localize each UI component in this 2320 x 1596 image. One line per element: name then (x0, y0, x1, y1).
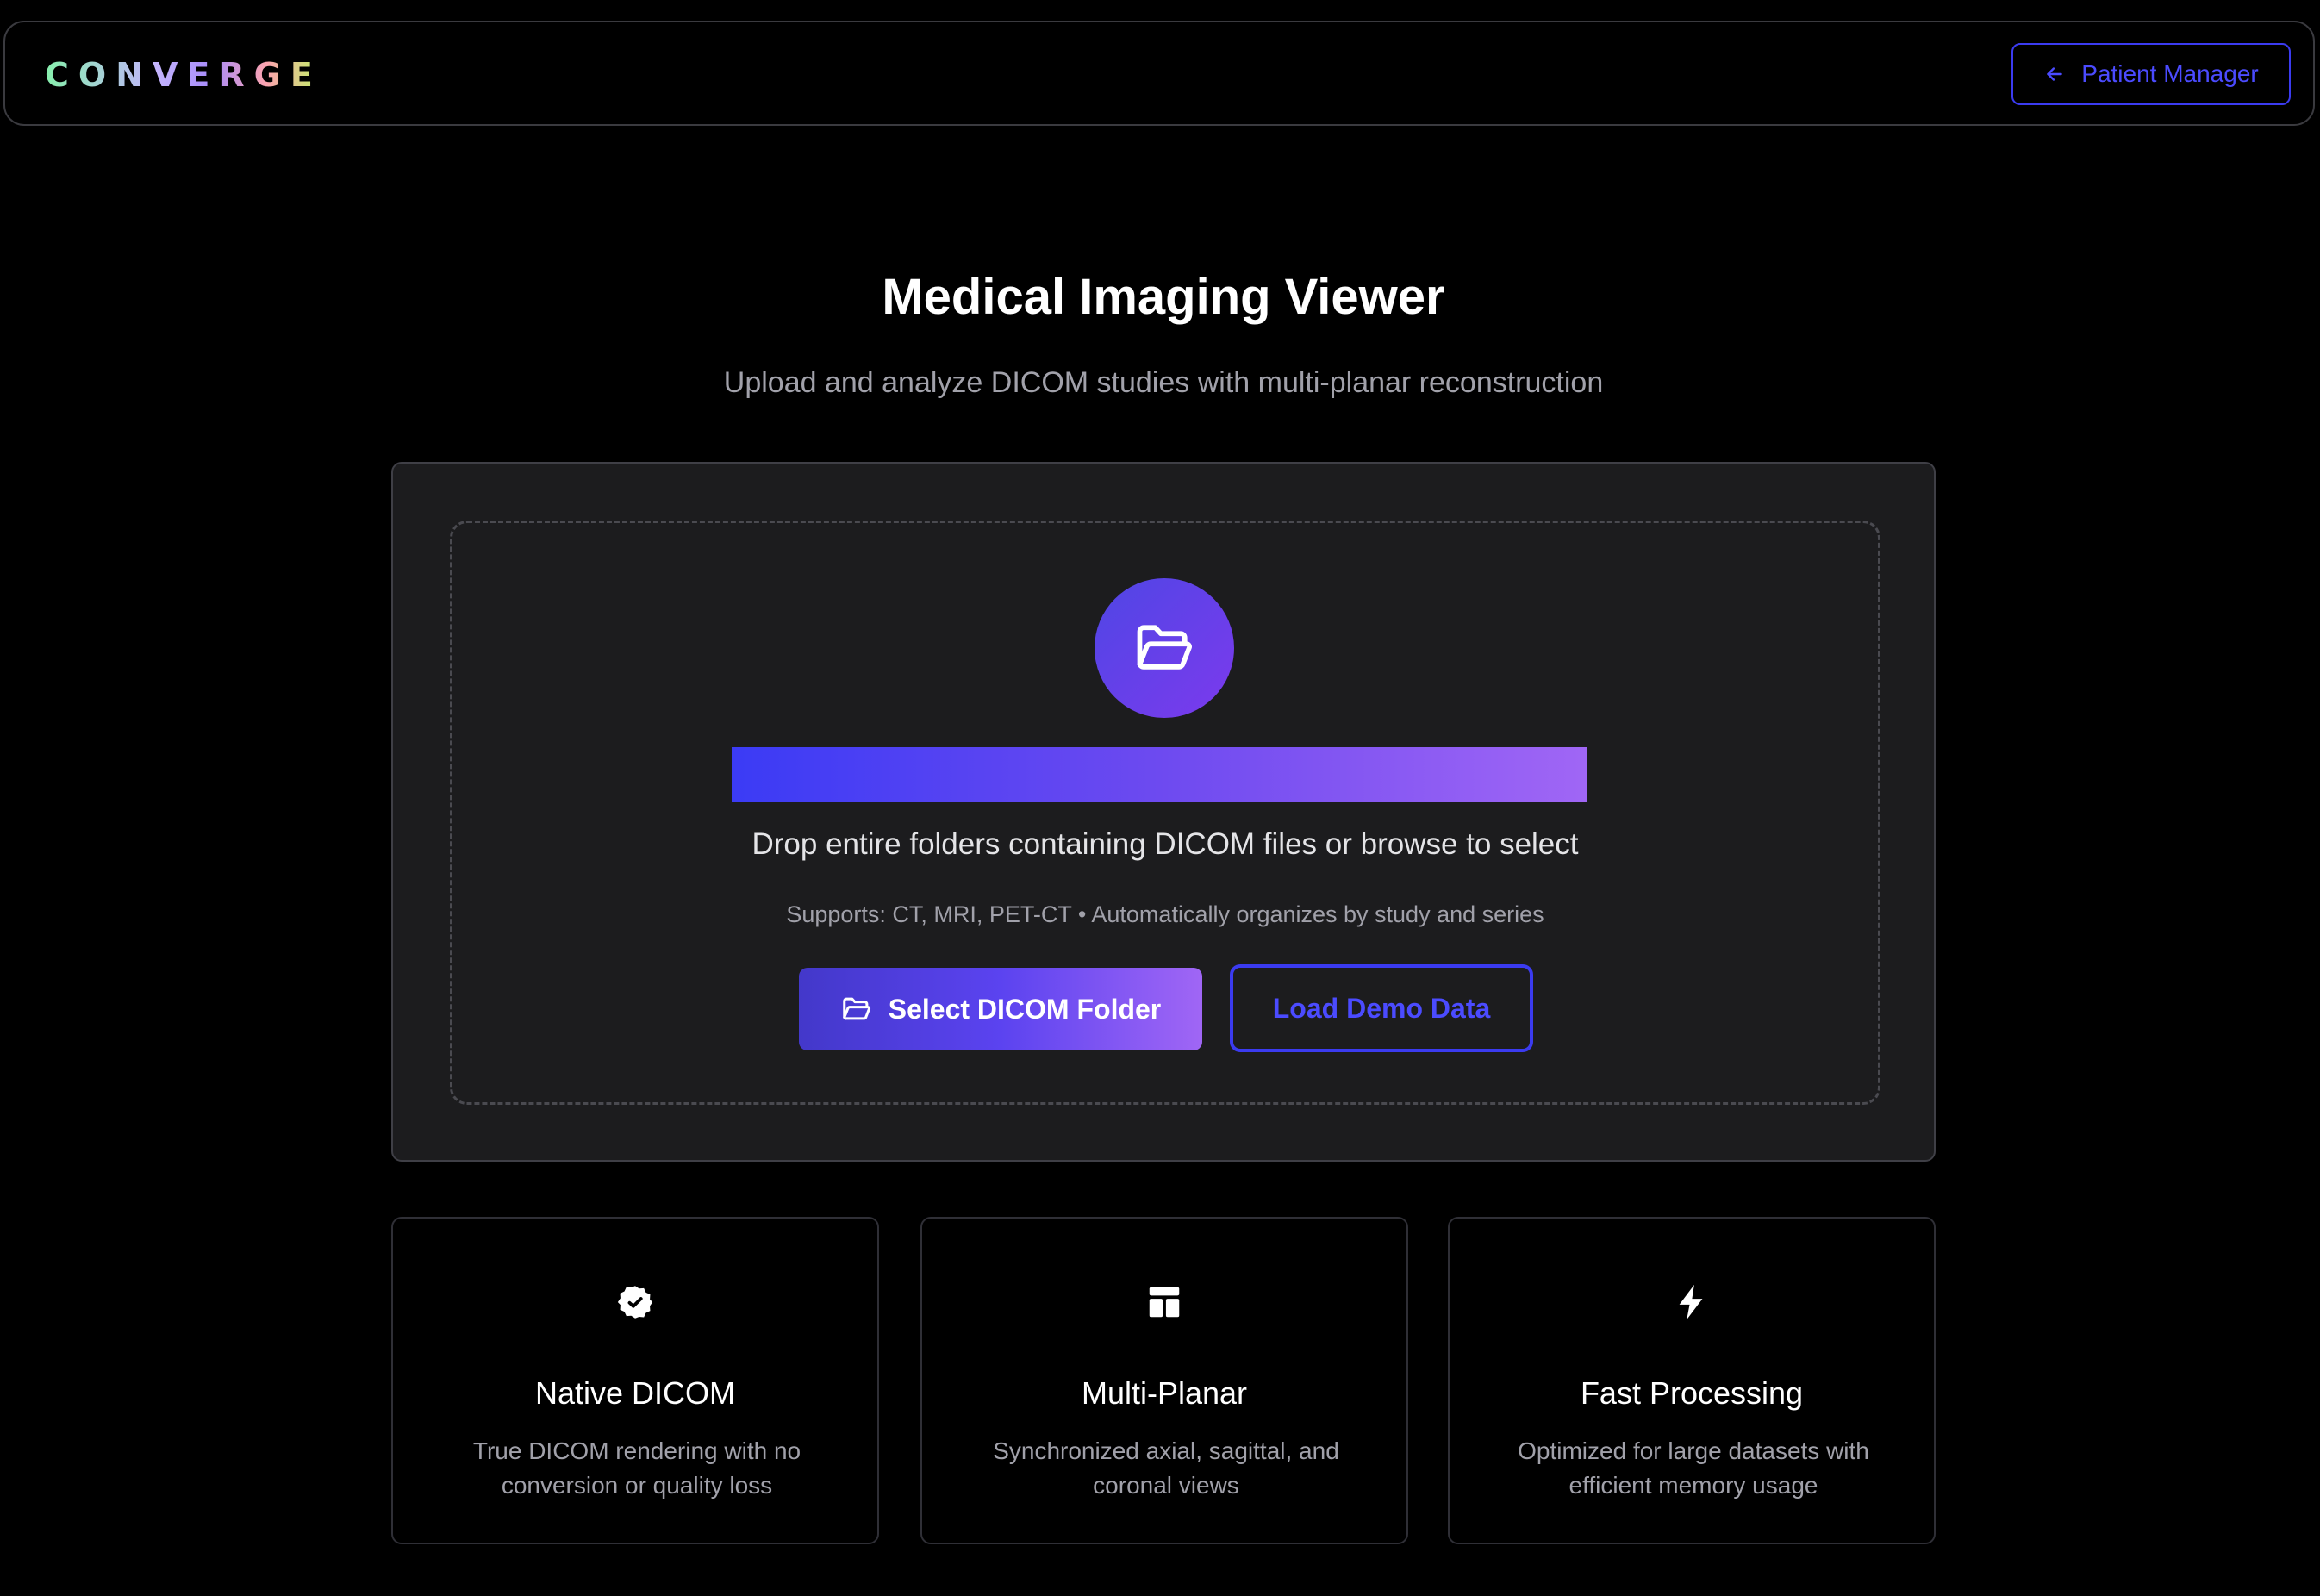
feature-card-multi-planar: Multi-Planar Synchronized axial, sagitta… (920, 1217, 1408, 1544)
arrow-left-icon (2047, 67, 2063, 81)
patient-manager-label: Patient Manager (2081, 60, 2259, 87)
upload-panel: Drop entire folders containing DICOM fil… (391, 462, 1936, 1162)
feature-title: Multi-Planar (1081, 1375, 1248, 1411)
folder-open-icon (1137, 625, 1192, 670)
select-dicom-folder-label: Select DICOM Folder (888, 993, 1162, 1025)
feature-description: True DICOM rendering with no conversion … (472, 1437, 801, 1499)
feature-title: Fast Processing (1580, 1375, 1804, 1411)
supported-formats-text: Supports: CT, MRI, PET-CT • Automaticall… (786, 901, 1544, 927)
converge-logo[interactable]: CONVERGE (45, 55, 322, 95)
upload-actions: Select DICOM Folder Load Demo Data (452, 963, 1878, 1052)
drop-instructions: Drop entire folders containing DICOM fil… (752, 827, 1579, 861)
page-subtitle: Upload and analyze DICOM studies with mu… (723, 366, 1604, 399)
check-badge-icon (617, 1286, 653, 1319)
page-title: Medical Imaging Viewer (882, 269, 1445, 325)
feature-card-fast-processing: Fast Processing Optimized for large data… (1448, 1217, 1936, 1544)
select-dicom-folder-button[interactable]: Select DICOM Folder (799, 968, 1202, 1050)
dicom-dropzone[interactable]: Drop entire folders containing DICOM fil… (450, 521, 1880, 1105)
layout-icon (1149, 1287, 1180, 1318)
lightning-icon (1679, 1284, 1703, 1320)
feature-description: Synchronized axial, sagittal, and corona… (993, 1437, 1339, 1499)
feature-title: Native DICOM (534, 1375, 736, 1411)
patient-manager-button[interactable]: Patient Manager (2011, 43, 2291, 105)
load-demo-data-button[interactable]: Load Demo Data (1230, 964, 1533, 1052)
feature-card-native-dicom: Native DICOM True DICOM rendering with n… (391, 1217, 879, 1544)
top-header: CONVERGE Patient Manager (3, 21, 2315, 126)
folder-badge (1095, 578, 1234, 718)
folder-open-icon (842, 997, 870, 1020)
upload-progress-bar (732, 747, 1587, 802)
feature-description: Optimized for large datasets with effici… (1518, 1437, 1869, 1499)
